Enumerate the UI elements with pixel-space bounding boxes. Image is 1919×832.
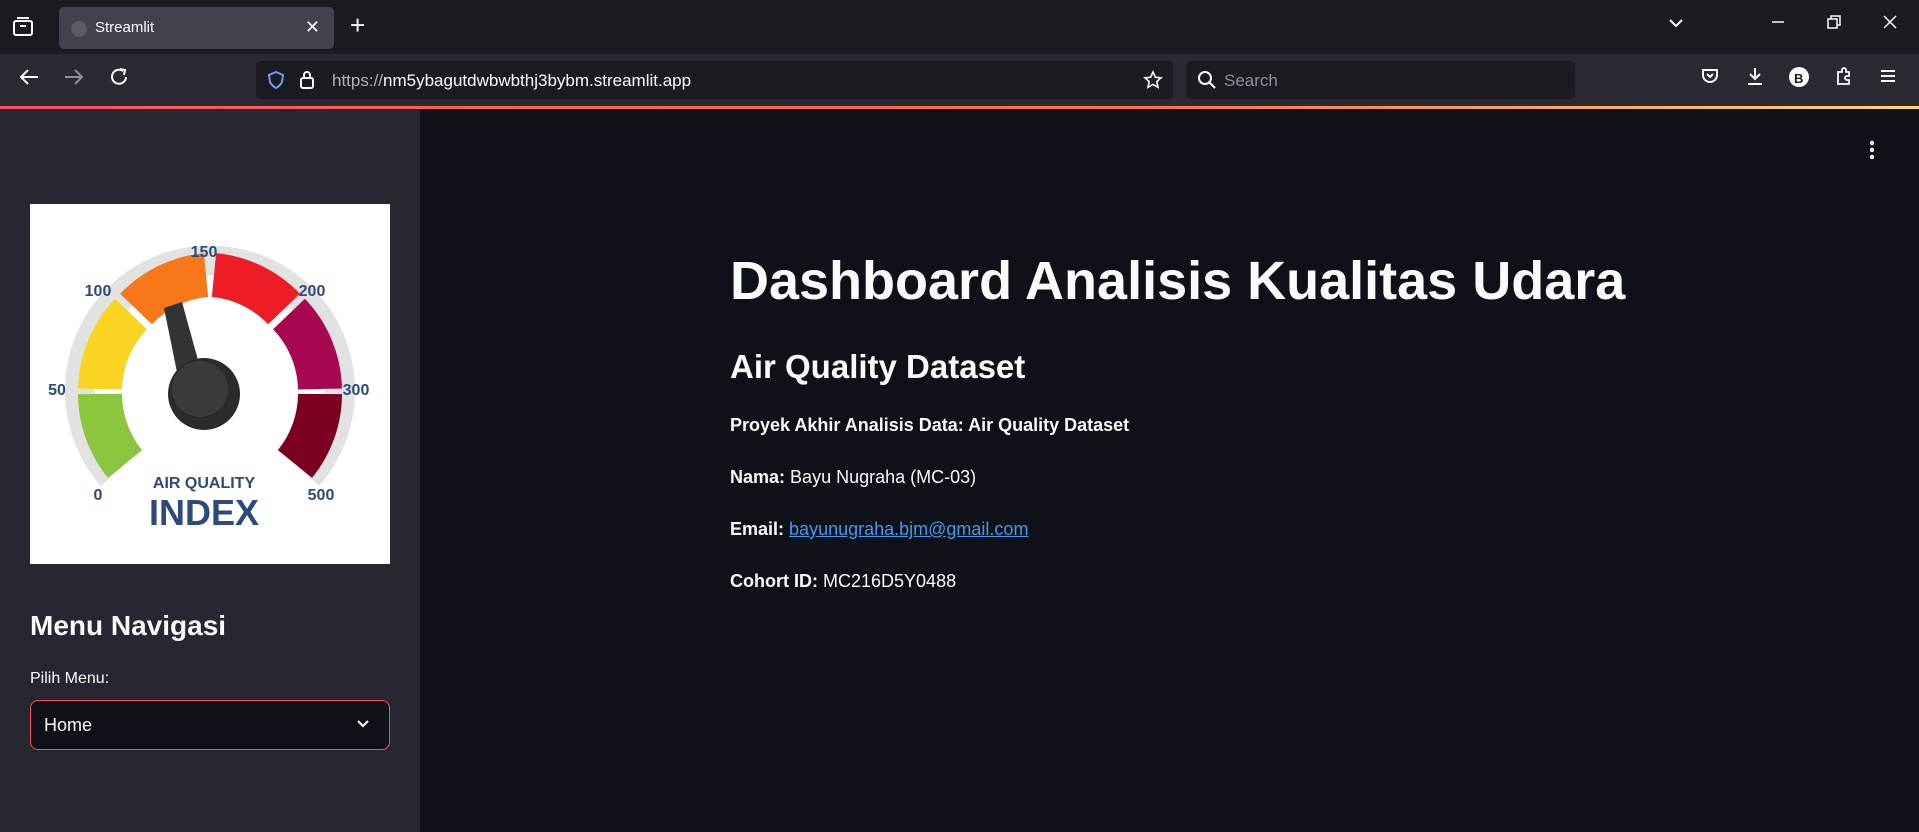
cohort-value: MC216D5Y0488 xyxy=(823,571,957,591)
gauge-label-500: 500 xyxy=(308,487,335,504)
address-bar[interactable]: https://nm5ybagutdwbwbthj3bybm.streamlit… xyxy=(256,61,1173,99)
email-label: Email: xyxy=(730,519,785,539)
app-menu-icon[interactable] xyxy=(1878,66,1898,92)
gauge-label-300: 300 xyxy=(343,382,370,399)
gauge-label-50: 50 xyxy=(48,382,66,399)
browser-tab-bar: Streamlit ✕ + xyxy=(0,0,1919,54)
chevron-down-icon xyxy=(355,716,371,732)
project-line: Proyek Akhir Analisis Data: Air Quality … xyxy=(730,415,1129,436)
gauge-label-200: 200 xyxy=(299,283,326,300)
name-line: Nama: Bayu Nugraha (MC-03) xyxy=(730,467,976,488)
cohort-label: Cohort ID: xyxy=(730,571,818,591)
gauge-label-100: 100 xyxy=(85,283,112,300)
name-value: Bayu Nugraha (MC-03) xyxy=(790,467,977,487)
gauge-caption-bottom: INDEX xyxy=(149,492,259,533)
page-subtitle: Air Quality Dataset xyxy=(730,348,1026,385)
air-quality-index-image: 0 50 100 150 200 300 500 AIR QUALITY IND… xyxy=(30,204,390,564)
page-title: Dashboard Analisis Kualitas Udara xyxy=(730,251,1626,311)
lock-icon[interactable] xyxy=(298,70,316,95)
email-link[interactable]: bayunugraha.bjm@gmail.com xyxy=(789,519,1028,539)
streamlit-favicon-icon xyxy=(71,21,87,37)
url-scheme: https:// xyxy=(332,71,384,90)
restore-icon[interactable] xyxy=(1826,14,1842,35)
menu-select-label: Pilih Menu: xyxy=(30,670,110,687)
profile-initial: B xyxy=(1794,71,1804,86)
url-text: https://nm5ybagutdwbwbthj3bybm.streamlit… xyxy=(332,71,691,91)
gauge-caption-top: AIR QUALITY xyxy=(153,475,256,492)
bookmark-star-icon[interactable] xyxy=(1143,70,1163,95)
name-label: Nama: xyxy=(730,467,786,487)
new-tab-icon[interactable]: + xyxy=(350,12,365,38)
minimize-icon[interactable] xyxy=(1770,14,1786,35)
profile-avatar[interactable]: B xyxy=(1788,66,1810,94)
gauge-label-0: 0 xyxy=(94,487,103,504)
reload-icon[interactable] xyxy=(108,66,130,94)
downloads-icon[interactable] xyxy=(1745,66,1765,92)
extensions-icon[interactable] xyxy=(1834,66,1854,92)
search-placeholder: Search xyxy=(1224,71,1278,90)
pocket-icon[interactable] xyxy=(1700,66,1720,92)
tab-list-icon[interactable] xyxy=(12,17,36,39)
search-icon xyxy=(1197,70,1217,95)
email-line: Email: bayunugraha.bjm@gmail.com xyxy=(730,519,1028,540)
close-window-icon[interactable] xyxy=(1882,14,1898,35)
browser-tab[interactable]: Streamlit ✕ xyxy=(59,7,334,49)
back-icon[interactable] xyxy=(18,66,40,94)
search-bar[interactable]: Search xyxy=(1186,61,1575,99)
forward-icon[interactable] xyxy=(63,66,85,94)
main-menu-icon[interactable] xyxy=(1860,138,1884,162)
project-text: Proyek Akhir Analisis Data: Air Quality … xyxy=(730,415,1130,435)
cohort-line: Cohort ID: MC216D5Y0488 xyxy=(730,571,956,592)
sidebar-heading: Menu Navigasi xyxy=(30,610,227,641)
menu-select-value: Home xyxy=(44,715,93,735)
url-host: nm5ybagutdwbwbthj3bybm.streamlit.app xyxy=(383,71,692,90)
close-tab-icon[interactable]: ✕ xyxy=(305,17,320,38)
gauge-label-150: 150 xyxy=(191,244,218,261)
list-all-tabs-icon[interactable] xyxy=(1667,14,1685,37)
browser-nav-bar: https://nm5ybagutdwbwbthj3bybm.streamlit… xyxy=(0,54,1919,106)
tab-title: Streamlit xyxy=(95,19,155,36)
menu-select[interactable]: Home xyxy=(30,700,390,750)
shield-icon[interactable] xyxy=(266,70,286,95)
